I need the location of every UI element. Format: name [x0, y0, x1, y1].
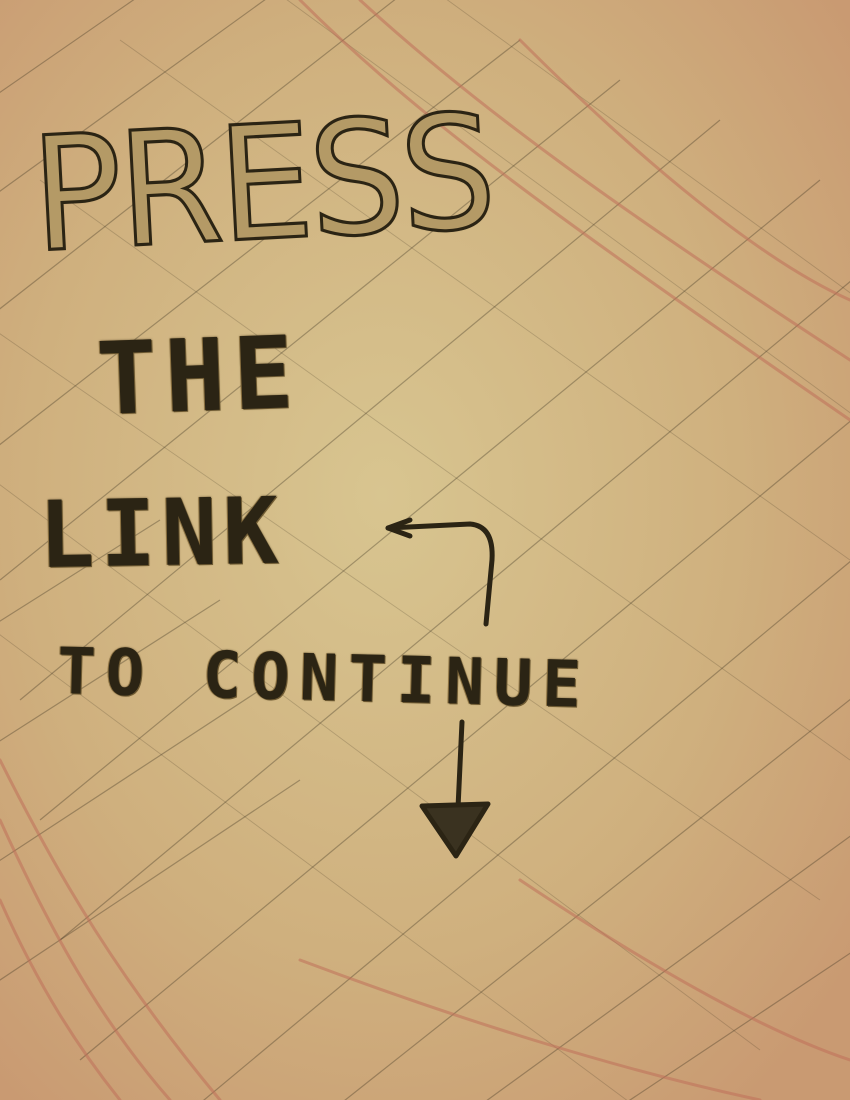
- continue-link-target[interactable]: [420, 800, 490, 860]
- paper-canvas: PRESS THE LINK TO CONTINUE: [0, 0, 850, 1100]
- the-word: THE: [94, 313, 304, 438]
- press-word: PRESS: [26, 80, 498, 290]
- to-continue-words: TO CONTINUE: [56, 635, 592, 723]
- link-word: LINK: [37, 477, 286, 589]
